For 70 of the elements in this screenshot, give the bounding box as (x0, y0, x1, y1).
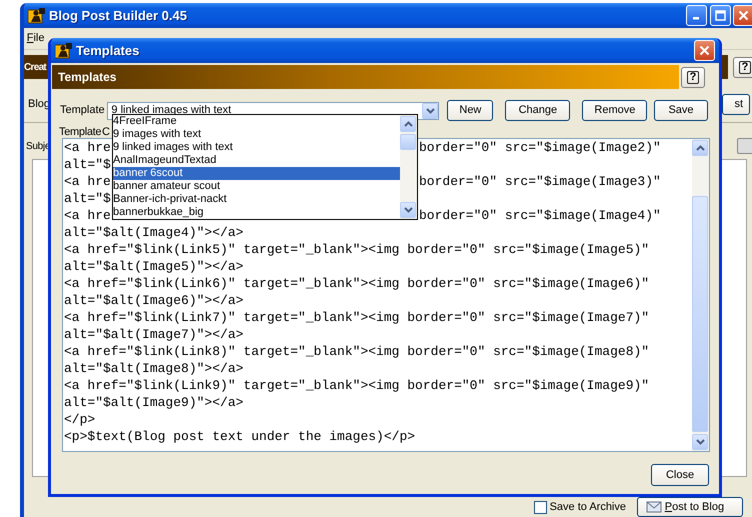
scroll-down-button[interactable] (400, 202, 416, 218)
close-dialog-button[interactable]: Close (651, 464, 709, 486)
dropdown-item[interactable]: Banner-ich-privat-nackt (113, 193, 400, 206)
maximize-icon (714, 10, 726, 21)
chevron-up-icon (696, 145, 704, 151)
code-line: <a hre (64, 140, 111, 155)
dialog-button[interactable]: Remove (582, 100, 648, 121)
window-title: Blog Post Builder 0.45 (49, 6, 187, 25)
scrollbar[interactable] (692, 139, 709, 451)
minimize-button[interactable] (686, 5, 707, 26)
code-line: </p> (64, 412, 96, 427)
menu-item[interactable]: File (26, 30, 44, 47)
code-line: <p>$text(Blog post text under the images)</p> (64, 429, 416, 444)
dropdown-item[interactable]: banner 6scout (113, 167, 400, 180)
chevron-up-icon (404, 121, 412, 127)
code-line: <a href="$link(Link9)" target="_blank"><img border="0" src="$image(Image9)" (64, 378, 650, 393)
close-button[interactable] (733, 5, 752, 26)
header-title: Templates (58, 69, 116, 86)
post-button[interactable]: st (722, 94, 750, 115)
image-button[interactable] (737, 138, 752, 154)
code-line: alt="$alt(Image7)"></a> (64, 327, 244, 342)
code-line: alt="$alt(Image4)"></a> (64, 225, 244, 240)
dropdown-item[interactable]: bannerbukkae_big (113, 206, 400, 219)
dialog-button[interactable]: Change (505, 100, 570, 121)
scroll-thumb[interactable] (692, 196, 708, 432)
close-icon (699, 45, 710, 56)
code-line: alt="$alt(Image8)"></a> (64, 361, 244, 376)
scroll-thumb[interactable] (400, 134, 416, 150)
help-button[interactable]: ? (681, 66, 705, 88)
scroll-down-button[interactable] (692, 434, 708, 450)
maximize-button[interactable] (710, 5, 730, 26)
post-to-blog-button[interactable]: Post to Blog (637, 497, 743, 517)
chevron-down-icon (696, 439, 704, 445)
chevron-down-icon (426, 108, 435, 114)
code-line: <a href="$link(Link5)" target="_blank"><img border="0" src="$image(Image5)" (64, 242, 650, 257)
code-line: <a hre (64, 174, 111, 189)
checkbox[interactable] (534, 500, 547, 514)
dialog-button[interactable]: New (447, 100, 494, 121)
code-line: <a href="$link(Link8)" target="_blank"><img border="0" src="$image(Image8)" (64, 344, 650, 359)
envelope-icon (646, 500, 662, 514)
chevron-down-icon (404, 207, 412, 213)
checkbox-label: Save to Archive (550, 500, 626, 515)
dialog-button[interactable]: Save (654, 100, 708, 121)
scrollbar[interactable] (400, 115, 417, 219)
app-icon (28, 8, 45, 24)
code-line: alt="$alt(Image5)"></a> (64, 259, 244, 274)
code-line: <a href="$link(Link6)" target="_blank"><img border="0" src="$image(Image6)" (64, 276, 650, 291)
code-line: alt="$alt(Image6)"></a> (64, 293, 244, 308)
code-line: border="0" src="$image(Image4)" (419, 208, 661, 223)
dropdown-item[interactable]: banner amateur scout (113, 180, 400, 193)
app-icon (55, 42, 72, 58)
dropdown-item[interactable]: AnalImageundTextad (113, 154, 400, 167)
dropdown-item[interactable]: 9 linked images with text (113, 141, 400, 154)
help-button[interactable]: ? (733, 56, 752, 78)
code-line: <a hre (64, 208, 111, 223)
code-line: alt="$alt(Image9)"></a> (64, 395, 244, 410)
dialog-title: Templates (76, 42, 140, 60)
code-line: border="0" src="$image(Image2)" (419, 140, 661, 155)
close-button[interactable] (694, 40, 715, 61)
code-line: border="0" src="$image(Image3)" (419, 174, 661, 189)
code-line: alt="$ (64, 157, 111, 172)
scroll-up-button[interactable] (692, 140, 708, 156)
close-icon (738, 10, 750, 21)
code-line: <a href="$link(Link7)" target="_blank"><img border="0" src="$image(Image7)" (64, 310, 650, 325)
code-line: alt="$ (64, 191, 111, 206)
header-text: Creat (24, 60, 46, 74)
dropdown-item[interactable]: 9 images with text (113, 128, 400, 141)
scroll-up-button[interactable] (400, 116, 416, 132)
code-label: Template C (59, 126, 110, 138)
template-label: Template (60, 103, 105, 118)
